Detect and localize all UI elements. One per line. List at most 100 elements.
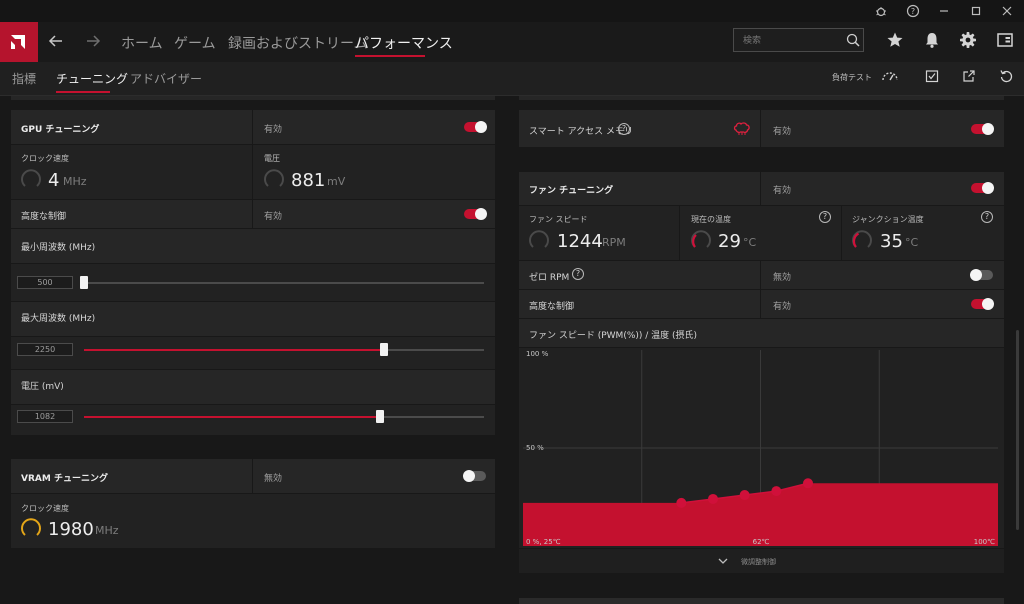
current-temp-value: 29 — [718, 231, 741, 252]
fan-tuning-status: 有効 — [773, 186, 792, 196]
gpu-clock-label: クロック速度 — [21, 154, 69, 163]
nav-performance[interactable]: パフォーマンス — [355, 33, 453, 53]
voltage-ctrl-row — [11, 405, 495, 435]
sam-toggle[interactable] — [971, 123, 994, 135]
nav-games[interactable]: ゲーム — [174, 33, 216, 53]
bell-icon[interactable] — [923, 31, 941, 49]
gpu-advanced-status-cell — [253, 200, 495, 228]
junction-temp-help-icon[interactable]: ? — [981, 211, 993, 223]
zero-rpm-status: 無効 — [773, 273, 792, 283]
max-freq-slider-thumb[interactable] — [380, 343, 388, 356]
fan-advanced-toggle[interactable] — [971, 298, 994, 310]
vram-clock-gauge — [20, 517, 42, 539]
gpu-clock-gauge — [20, 168, 42, 190]
back-arrow-icon[interactable] — [47, 32, 65, 50]
fan-curve-title: ファン スピード (PWM(%)) / 温度 (摂氏) — [529, 331, 698, 341]
zero-rpm-status-cell — [761, 261, 1004, 289]
gpu-voltage-cell — [253, 145, 495, 199]
sam-status: 有効 — [773, 127, 792, 137]
x-tick-62: 62℃ — [753, 538, 770, 546]
gpu-voltage-unit: mV — [327, 175, 346, 188]
chevron-down-icon[interactable] — [717, 556, 729, 566]
tab-advisor[interactable]: アドバイザー — [130, 70, 202, 87]
gpu-voltage-label: 電圧 — [264, 154, 280, 163]
fan-advanced-status: 有効 — [773, 302, 792, 312]
fan-curve-point-2[interactable] — [708, 493, 718, 504]
close-icon[interactable] — [998, 2, 1016, 20]
voltage-ctrl-label: 電圧 (mV) — [21, 382, 64, 392]
min-freq-input[interactable]: 500 — [17, 276, 73, 289]
help-icon[interactable]: ? — [904, 2, 922, 20]
gpu-tuning-status: 有効 — [264, 125, 283, 135]
fan-curve-chart[interactable]: 100 % 50 % 0 %, 25℃ 62℃ 100℃ — [519, 348, 1004, 548]
junction-temp-gauge — [851, 229, 873, 251]
reset-icon[interactable] — [999, 69, 1013, 83]
scrollbar-thumb[interactable] — [1016, 330, 1019, 530]
min-freq-slider-thumb[interactable] — [80, 276, 88, 289]
import-icon[interactable] — [925, 69, 939, 83]
zero-rpm-help-icon[interactable]: ? — [572, 268, 584, 280]
bug-icon[interactable] — [872, 2, 890, 20]
vram-tuning-status-cell — [253, 459, 495, 493]
zero-rpm-toggle[interactable] — [970, 269, 993, 281]
sam-help-icon[interactable]: ? — [618, 123, 630, 135]
gpu-tuning-toggle[interactable] — [464, 121, 487, 133]
voltage-ctrl-input[interactable]: 1082 — [17, 410, 73, 423]
junction-temp-value: 35 — [880, 231, 903, 252]
max-freq-fill — [84, 349, 384, 351]
forward-arrow-icon[interactable] — [84, 32, 102, 50]
gauge-icon[interactable] — [881, 68, 899, 82]
vram-clock-unit: MHz — [95, 524, 119, 537]
fan-speed-gauge — [528, 229, 550, 251]
junction-temp-label: ジャンクション温度 — [852, 215, 924, 224]
nav-active-indicator — [355, 55, 425, 57]
voltage-ctrl-header — [11, 370, 495, 404]
search-box[interactable] — [733, 28, 864, 52]
gpu-voltage-gauge — [263, 168, 285, 190]
fan-curve-point-4[interactable] — [771, 486, 782, 497]
panel-edge — [11, 96, 495, 100]
layout-panel-icon[interactable] — [996, 31, 1014, 49]
current-temp-unit: °C — [743, 236, 757, 249]
gpu-clock-value: 4 — [48, 170, 60, 191]
tab-metrics[interactable]: 指標 — [12, 70, 36, 87]
gpu-advanced-status: 有効 — [264, 212, 283, 222]
voltage-ctrl-fill — [84, 416, 380, 418]
vram-tuning-toggle[interactable] — [463, 470, 486, 482]
voltage-ctrl-slider-thumb[interactable] — [376, 410, 384, 423]
panel-edge — [519, 96, 1004, 100]
amd-logo[interactable] — [0, 22, 38, 62]
nav-record-stream[interactable]: 録画およびストリーム — [228, 33, 368, 53]
tab-active-indicator — [56, 91, 110, 93]
max-freq-input[interactable]: 2250 — [17, 343, 73, 356]
y-tick-50: 50 % — [526, 444, 544, 452]
star-icon[interactable] — [886, 31, 904, 49]
fan-speed-unit: RPM — [602, 236, 626, 249]
export-icon[interactable] — [962, 69, 976, 83]
gpu-advanced-toggle[interactable] — [464, 208, 487, 220]
tab-tuning[interactable]: チューニング — [56, 70, 128, 87]
search-icon[interactable] — [845, 32, 861, 48]
maximize-icon[interactable] — [967, 2, 985, 20]
fan-curve-point-5[interactable] — [803, 478, 813, 489]
minimize-icon[interactable] — [935, 2, 953, 20]
vram-clock-label: クロック速度 — [21, 504, 69, 513]
fan-curve-svg: 100 % 50 % 0 %, 25℃ 62℃ 100℃ — [523, 350, 998, 546]
min-freq-track — [84, 282, 484, 284]
fan-tuning-toggle[interactable] — [971, 182, 994, 194]
search-input[interactable] — [743, 33, 843, 48]
nav-home[interactable]: ホーム — [121, 33, 163, 53]
stress-test-label[interactable]: 負荷テスト — [832, 72, 872, 83]
title-bar — [0, 0, 1024, 22]
max-freq-label: 最大周波数 (MHz) — [21, 314, 96, 324]
fan-speed-label: ファン スピード — [529, 215, 588, 224]
fan-curve-point-1[interactable] — [676, 497, 687, 508]
fan-tuning-status-cell — [761, 172, 1004, 205]
gear-icon[interactable] — [959, 31, 977, 49]
current-temp-gauge — [690, 229, 712, 251]
next-panel-edge — [519, 598, 1004, 604]
fan-curve-point-3[interactable] — [739, 490, 750, 501]
fine-tune-label[interactable]: 微調整制御 — [741, 557, 776, 567]
current-temp-help-icon[interactable]: ? — [819, 211, 831, 223]
sam-status-cell — [761, 110, 1004, 147]
